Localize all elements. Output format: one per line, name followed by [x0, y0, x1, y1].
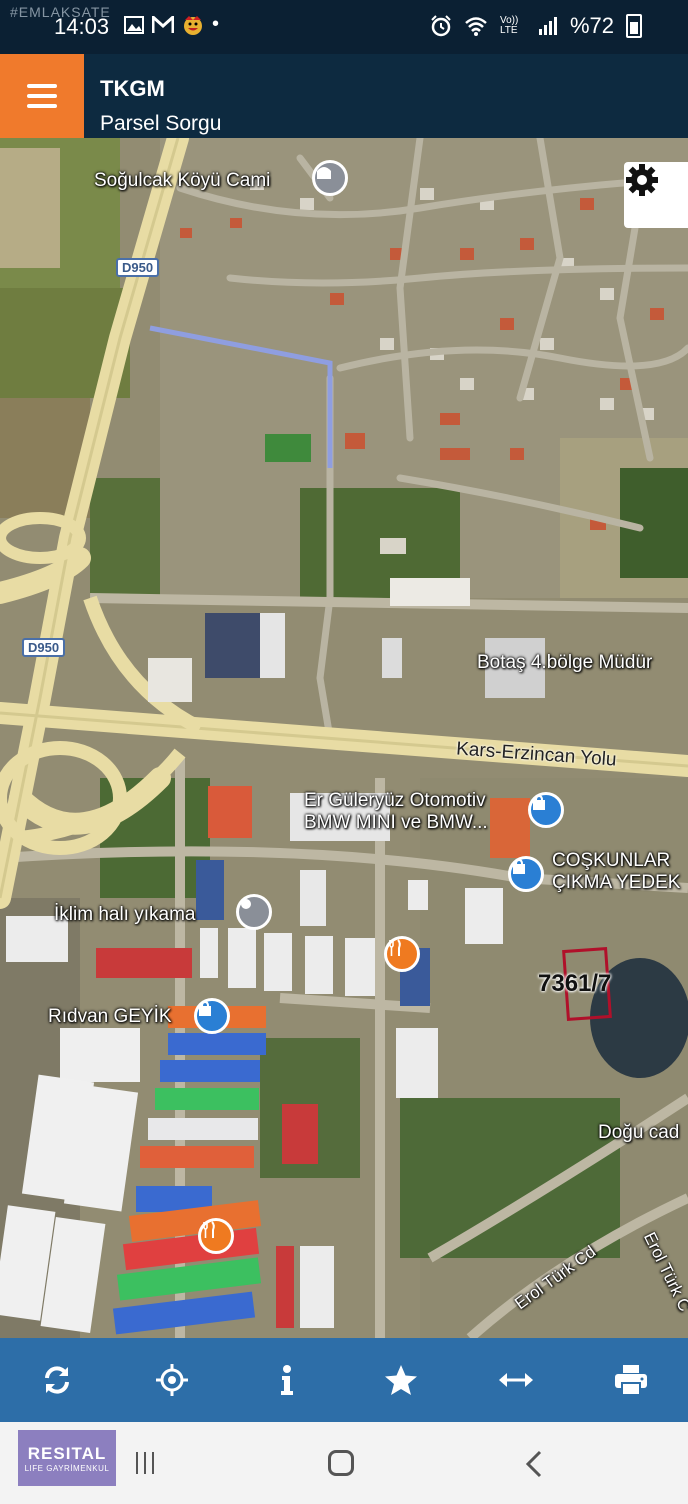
measure-arrows-icon	[498, 1373, 533, 1387]
gear-icon	[626, 164, 658, 196]
gmail-icon	[152, 15, 174, 33]
place-pin-icon[interactable]	[236, 894, 272, 930]
recent-apps-icon-bar	[144, 1452, 146, 1474]
shop-pin-icon[interactable]	[194, 998, 230, 1034]
fork-knife-icon	[389, 939, 401, 956]
print-button[interactable]	[603, 1352, 659, 1408]
app-header: TKGM Parsel Sorgu	[0, 54, 688, 138]
label-mosque: Soğulcak Köyü Cami	[94, 170, 271, 191]
status-bar: #EMLAKSATE 14:03 • Vo)) LTE %72	[0, 0, 688, 54]
page-subtitle: Parsel Sorgu	[100, 112, 222, 135]
shopping-bag-icon	[513, 859, 525, 874]
refresh-button[interactable]	[29, 1352, 85, 1408]
locate-button[interactable]	[144, 1352, 200, 1408]
notification-icons: •	[124, 13, 219, 36]
label-iklim: İklim halı yıkama	[54, 904, 196, 925]
chevron-left-icon	[525, 1450, 542, 1478]
hamburger-icon-bar	[27, 94, 57, 98]
highway-shield-d950-top: D950	[116, 258, 160, 277]
clock: 14:03	[54, 14, 110, 39]
app-title: TKGM	[100, 76, 165, 101]
star-icon	[385, 1365, 418, 1395]
system-nav-bar: RESITAL LIFE GAYRİMENKUL	[0, 1422, 688, 1504]
satellite-map[interactable]: Soğulcak Köyü Cami D950 D950 Botaş 4.böl…	[0, 138, 688, 1338]
highway-shield-d950-bottom: D950	[22, 638, 66, 657]
refresh-icon	[45, 1366, 70, 1394]
brand-name: RESITAL	[27, 1443, 107, 1463]
locate-icon	[155, 1364, 188, 1396]
label-automotive: Er Güleryüz Otomotiv BMW MINI ve BMW...	[304, 790, 488, 833]
recent-apps-button[interactable]	[136, 1452, 164, 1476]
hamburger-icon	[27, 84, 57, 88]
system-icons: Vo)) LTE %72	[430, 13, 642, 39]
alarm-icon	[431, 15, 451, 37]
shopping-bag-icon	[199, 1001, 211, 1016]
label-botas: Botaş 4.bölge Müdür	[477, 652, 653, 673]
measure-button[interactable]	[488, 1352, 544, 1408]
battery-level: %72	[569, 13, 614, 38]
emoji-icon	[184, 15, 202, 35]
mosque-pin-icon[interactable]	[312, 160, 348, 196]
print-icon	[614, 1365, 647, 1396]
menu-button[interactable]	[0, 54, 84, 138]
volte-label: Vo)) LTE	[499, 15, 519, 36]
info-icon	[280, 1365, 293, 1395]
signal-icon	[538, 17, 557, 35]
battery-icon	[626, 14, 642, 38]
home-button[interactable]	[328, 1450, 354, 1476]
recent-apps-icon	[136, 1452, 138, 1474]
brand-logo: RESITAL LIFE GAYRİMENKUL	[18, 1430, 116, 1486]
recent-apps-icon-bar	[152, 1452, 154, 1474]
location-dot-icon	[241, 899, 251, 909]
brand-tagline: LIFE GAYRİMENKUL	[24, 1463, 110, 1473]
status-dot: •	[212, 13, 220, 35]
hamburger-icon-bar	[27, 104, 57, 108]
parcel-number-label: 7361/7	[538, 970, 612, 997]
wifi-icon	[465, 17, 487, 36]
image-icon	[124, 15, 144, 34]
shop-pin-icon[interactable]	[508, 856, 544, 892]
label-coskunlar: COŞKUNLAR ÇIKMA YEDEK	[552, 850, 681, 893]
restaurant-pin-icon[interactable]	[384, 936, 420, 972]
shop-pin-icon[interactable]	[528, 792, 564, 828]
fork-knife-icon	[203, 1221, 215, 1238]
back-button[interactable]	[524, 1450, 544, 1482]
restaurant-pin-icon[interactable]	[198, 1218, 234, 1254]
info-button[interactable]	[259, 1352, 315, 1408]
label-dogu: Doğu cad	[598, 1122, 680, 1143]
mosque-icon	[317, 167, 331, 179]
label-ridvan: Rıdvan GEYİK	[48, 1006, 172, 1027]
settings-button[interactable]	[624, 162, 688, 228]
shopping-bag-icon	[533, 795, 545, 810]
bottom-toolbar	[0, 1338, 688, 1422]
map-imagery	[0, 138, 688, 1338]
favorite-button[interactable]	[373, 1352, 429, 1408]
